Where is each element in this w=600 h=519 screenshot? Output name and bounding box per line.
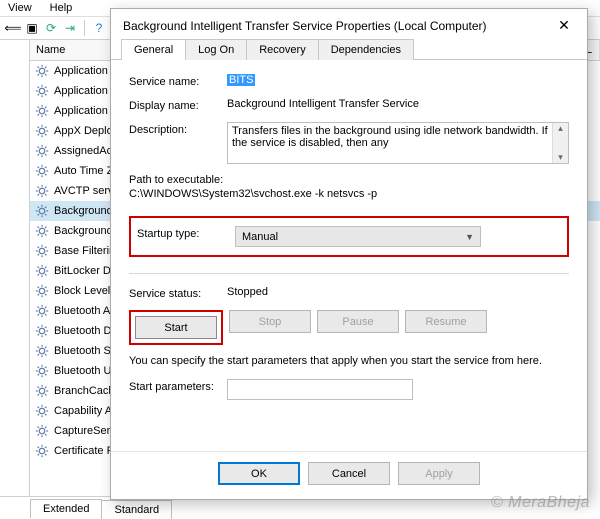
value-path: C:\WINDOWS\System32\svchost.exe -k netsv… xyxy=(129,188,569,200)
label-description: Description: xyxy=(129,122,227,136)
start-button[interactable]: Start xyxy=(135,316,217,339)
service-control-buttons: Start Stop Pause Resume xyxy=(129,310,569,345)
close-icon[interactable]: ✕ xyxy=(551,17,577,34)
tree-panel xyxy=(0,40,30,496)
label-path: Path to executable: xyxy=(129,174,569,186)
gear-icon xyxy=(34,103,50,119)
tab-standard[interactable]: Standard xyxy=(101,500,172,519)
resume-button: Resume xyxy=(405,310,487,333)
gear-icon xyxy=(34,63,50,79)
apply-button: Apply xyxy=(398,462,480,485)
dialog-title: Background Intelligent Transfer Service … xyxy=(123,19,551,33)
menu-help[interactable]: Help xyxy=(50,2,73,14)
value-service-status: Stopped xyxy=(227,286,569,298)
startup-type-value: Manual xyxy=(242,231,278,243)
tab-extended[interactable]: Extended xyxy=(30,499,102,518)
menu-view[interactable]: View xyxy=(8,2,32,14)
label-service-name: Service name: xyxy=(129,74,227,88)
gear-icon xyxy=(34,203,50,219)
export-icon[interactable]: ⇥ xyxy=(62,20,78,36)
dialog-titlebar: Background Intelligent Transfer Service … xyxy=(111,9,587,38)
dialog-tabs: General Log On Recovery Dependencies xyxy=(111,38,587,60)
nav-icon[interactable]: ▣ xyxy=(24,20,40,36)
gear-icon xyxy=(34,183,50,199)
back-icon[interactable]: ⟸ xyxy=(5,20,21,36)
dialog-body: Service name: BITS Display name: Backgro… xyxy=(111,60,587,451)
startup-type-dropdown[interactable]: Manual ▼ xyxy=(235,226,481,247)
properties-dialog: Background Intelligent Transfer Service … xyxy=(110,8,588,500)
gear-icon xyxy=(34,123,50,139)
gear-icon xyxy=(34,243,50,259)
start-params-help: You can specify the start parameters tha… xyxy=(129,355,569,367)
gear-icon xyxy=(34,263,50,279)
start-parameters-input[interactable] xyxy=(227,379,413,400)
dialog-buttons: OK Cancel Apply xyxy=(111,451,587,499)
label-start-parameters: Start parameters: xyxy=(129,379,227,393)
label-startup-type: Startup type: xyxy=(137,226,235,240)
value-service-name: BITS xyxy=(227,74,255,86)
description-scrollbar[interactable]: ▴▾ xyxy=(552,123,568,163)
tab-dependencies[interactable]: Dependencies xyxy=(318,39,414,60)
gear-icon xyxy=(34,383,50,399)
start-button-highlight: Start xyxy=(129,310,223,345)
gear-icon xyxy=(34,283,50,299)
pause-button: Pause xyxy=(317,310,399,333)
ok-button[interactable]: OK xyxy=(218,462,300,485)
gear-icon xyxy=(34,443,50,459)
refresh-icon[interactable]: ⟳ xyxy=(43,20,59,36)
cancel-button[interactable]: Cancel xyxy=(308,462,390,485)
chevron-down-icon: ▼ xyxy=(465,232,474,242)
gear-icon xyxy=(34,343,50,359)
watermark: © MeraBheja xyxy=(491,494,590,512)
label-display-name: Display name: xyxy=(129,98,227,112)
stop-button: Stop xyxy=(229,310,311,333)
gear-icon xyxy=(34,363,50,379)
separator xyxy=(129,273,569,274)
value-description: Transfers files in the background using … xyxy=(232,125,548,149)
gear-icon xyxy=(34,403,50,419)
gear-icon xyxy=(34,323,50,339)
help-icon[interactable]: ? xyxy=(91,20,107,36)
tab-general[interactable]: General xyxy=(121,39,186,60)
gear-icon xyxy=(34,423,50,439)
gear-icon xyxy=(34,83,50,99)
gear-icon xyxy=(34,163,50,179)
label-service-status: Service status: xyxy=(129,286,227,300)
description-box[interactable]: Transfers files in the background using … xyxy=(227,122,569,164)
tab-logon[interactable]: Log On xyxy=(185,39,247,60)
gear-icon xyxy=(34,223,50,239)
tab-recovery[interactable]: Recovery xyxy=(246,39,318,60)
gear-icon xyxy=(34,143,50,159)
startup-type-highlight: Startup type: Manual ▼ xyxy=(129,216,569,257)
gear-icon xyxy=(34,303,50,319)
value-display-name: Background Intelligent Transfer Service xyxy=(227,98,569,110)
